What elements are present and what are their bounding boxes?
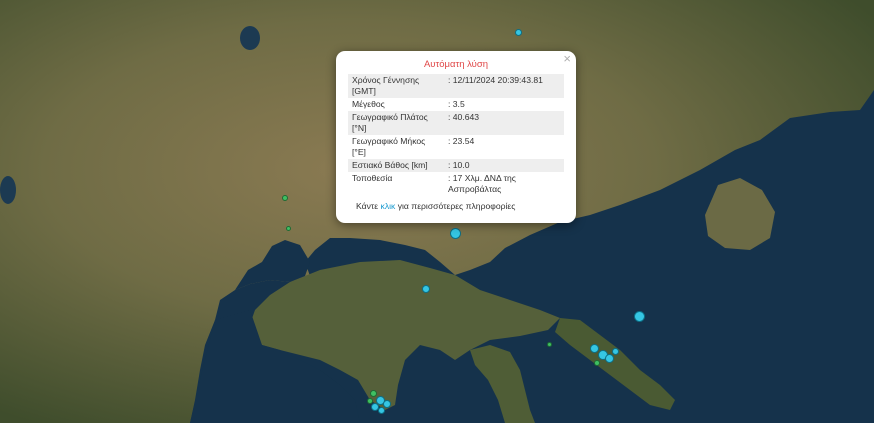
info-value: : 17 Χλμ. ΔΝΔ της Ασπροβάλτας	[448, 173, 516, 194]
info-row: Χρόνος Γέννησης [GMT]: 12/11/2024 20:39:…	[348, 74, 564, 98]
earthquake-marker[interactable]	[605, 354, 614, 363]
earthquake-marker[interactable]	[367, 398, 373, 404]
info-key: Εστιακό Βάθος [km]	[348, 159, 444, 172]
earthquake-info-table: Χρόνος Γέννησης [GMT]: 12/11/2024 20:39:…	[348, 74, 564, 196]
earthquake-marker[interactable]	[383, 400, 391, 408]
info-row: Μέγεθος : 3.5	[348, 98, 564, 111]
earthquake-marker[interactable]	[370, 390, 377, 397]
info-key: Τοποθεσία	[352, 173, 393, 183]
info-key: Γεωγραφικό Πλάτος [°N]	[348, 111, 444, 135]
earthquake-marker[interactable]	[594, 360, 600, 366]
info-value: : 23.54	[448, 136, 475, 146]
close-icon[interactable]: ×	[563, 52, 571, 66]
earthquake-marker[interactable]	[378, 407, 385, 414]
more-suffix: για περισσότερες πληροφορίες	[395, 201, 516, 211]
earthquake-marker[interactable]	[450, 228, 461, 239]
info-value: : 40.643	[444, 111, 564, 135]
earthquake-marker[interactable]	[282, 195, 288, 201]
lake-koroneia	[0, 176, 16, 204]
more-info-link[interactable]: κλικ	[381, 201, 396, 211]
popup-title: Αυτόματη λύση	[423, 59, 489, 70]
more-info-text: Κάντε κλικ για περισσότερες πληροφορίες	[348, 201, 564, 211]
lake	[240, 26, 260, 50]
earthquake-marker[interactable]	[422, 285, 430, 293]
info-key: Μέγεθος	[352, 99, 385, 109]
earthquake-marker[interactable]	[547, 342, 552, 347]
earthquake-marker[interactable]	[515, 29, 522, 36]
info-row: Γεωγραφικό Πλάτος [°N]: 40.643	[348, 111, 564, 135]
earthquake-marker[interactable]	[612, 348, 619, 355]
info-key: Γεωγραφικό Μήκος [°E]	[352, 136, 426, 157]
earthquake-marker[interactable]	[634, 311, 645, 322]
earthquake-marker[interactable]	[286, 226, 291, 231]
info-key: Χρόνος Γέννησης [GMT]	[348, 74, 444, 98]
info-value: : 10.0	[444, 159, 564, 172]
info-row: Εστιακό Βάθος [km]: 10.0	[348, 159, 564, 172]
info-value: : 12/11/2024 20:39:43.81	[444, 74, 564, 98]
more-prefix: Κάντε	[356, 201, 381, 211]
info-row: Τοποθεσία : 17 Χλμ. ΔΝΔ της Ασπροβάλτας	[348, 172, 564, 196]
info-row: Γεωγραφικό Μήκος [°E] : 23.54	[348, 135, 564, 159]
info-value: : 3.5	[448, 99, 465, 109]
earthquake-info-popup: × Αυτόματη λύση Χρόνος Γέννησης [GMT]: 1…	[336, 51, 576, 223]
